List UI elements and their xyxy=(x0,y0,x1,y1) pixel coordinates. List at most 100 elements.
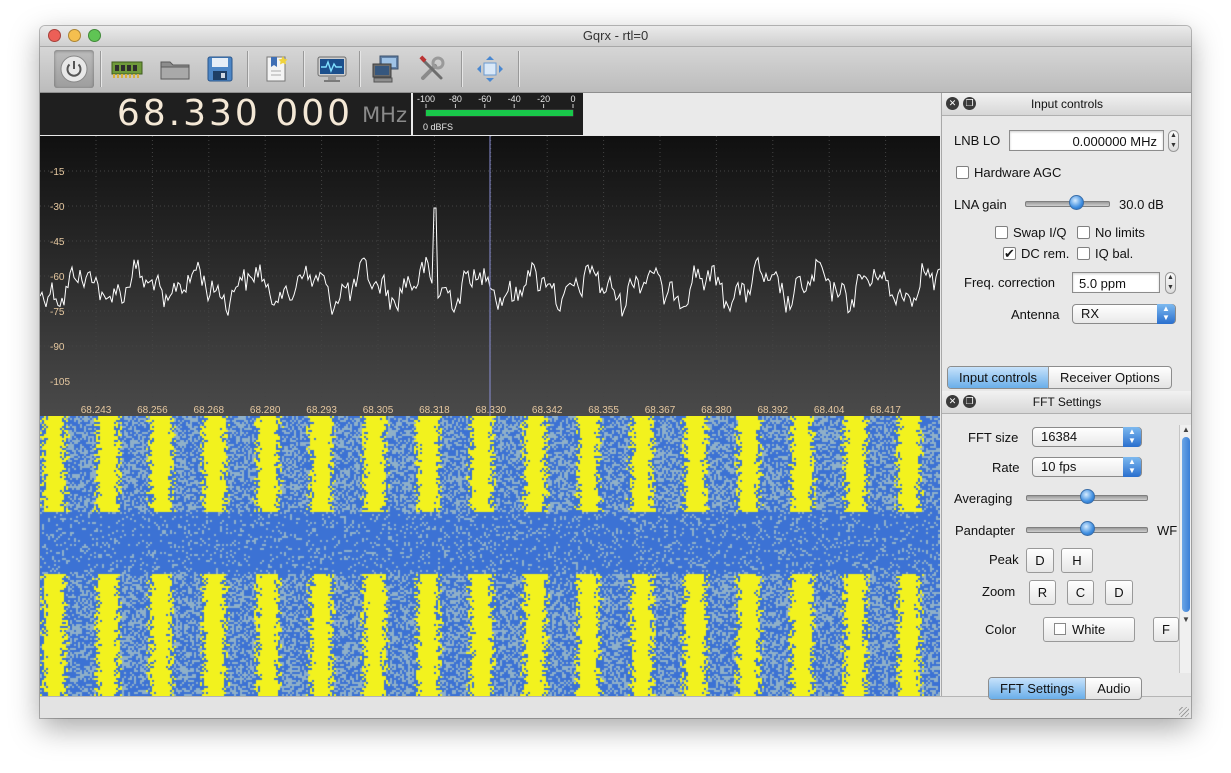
lna-gain-slider[interactable] xyxy=(1025,195,1110,210)
lna-gain-label: LNA gain xyxy=(954,197,1007,212)
fft-size-value: 16384 xyxy=(1041,429,1078,444)
freq-correction-input[interactable]: 5.0 ppm xyxy=(1072,272,1160,293)
tab-fft-settings[interactable]: FFT Settings xyxy=(989,678,1087,699)
settings-button[interactable] xyxy=(412,50,452,88)
pandapter-waterfall-slider[interactable] xyxy=(1026,521,1148,536)
fft-settings-scrollbar[interactable]: ▲ ▼ xyxy=(1179,425,1191,673)
device-button[interactable] xyxy=(107,50,147,88)
plot-x-tick-label: 68.355 xyxy=(588,405,619,416)
input-controls-title: Input controls xyxy=(1030,97,1104,111)
plot-x-tick-label: 68.392 xyxy=(758,405,789,416)
fill-button[interactable]: F xyxy=(1153,617,1179,642)
dock-close-icon[interactable]: ✕ xyxy=(946,97,959,110)
close-window-button[interactable] xyxy=(48,29,61,42)
dc-rem-label: DC rem. xyxy=(1021,246,1070,261)
save-icon xyxy=(205,54,235,84)
color-swatch xyxy=(1054,623,1066,635)
zoom-window-button[interactable] xyxy=(88,29,101,42)
toolbar xyxy=(40,47,1191,93)
window-controls xyxy=(48,29,101,42)
fft-size-label: FFT size xyxy=(968,430,1019,445)
zoom-center-button[interactable]: C xyxy=(1067,580,1094,605)
spectrum-plot[interactable]: -15 -30 -45 -60 -75 -90 -105 68.243 68.256 68.268… xyxy=(40,136,941,416)
meter-tick-label: -100 xyxy=(417,94,435,104)
meter-dbfs-label: 0 dBFS xyxy=(423,122,453,132)
chevron-updown-icon: ▲ ▼ xyxy=(1123,457,1141,477)
lna-gain-value: 30.0 dB xyxy=(1119,197,1164,212)
checkmark-icon: ✔ xyxy=(1004,246,1015,261)
minimize-window-button[interactable] xyxy=(68,29,81,42)
zoom-label: Zoom xyxy=(982,584,1016,599)
dock-float-icon[interactable]: ❐ xyxy=(963,395,976,408)
input-controls-dock: ✕ ❐ Input controls LNB LO 0.000000 MHz ▲… xyxy=(941,93,1191,391)
antenna-select-value: RX xyxy=(1081,306,1100,321)
peak-label: Peak xyxy=(989,552,1019,567)
freq-correction-stepper[interactable]: ▲ ▼ xyxy=(1165,272,1176,294)
main-window: Gqrx - rtl=0 68.330 000 MHz -100 -80 -60… xyxy=(40,26,1191,718)
peak-hold-button[interactable]: H xyxy=(1061,548,1093,573)
fft-size-select[interactable]: 16384 ▲ ▼ xyxy=(1032,427,1142,447)
lnb-lo-label: LNB LO xyxy=(954,133,1001,148)
frequency-bar: 68.330 000 MHz -100 -80 -60 -40 -20 0 0 dBFS xyxy=(40,93,940,135)
input-dock-tabs: Input controls Receiver Options xyxy=(947,366,1172,389)
folder-icon xyxy=(159,56,191,82)
color-picker-button[interactable]: White xyxy=(1043,617,1135,642)
swap-iq-checkbox[interactable] xyxy=(995,226,1008,239)
lna-gain-slider-handle[interactable] xyxy=(1069,195,1084,210)
dc-rem-checkbox[interactable]: ✔ xyxy=(1003,247,1016,260)
lnb-lo-stepper[interactable]: ▲ ▼ xyxy=(1168,130,1179,152)
hardware-agc-checkbox[interactable] xyxy=(956,166,969,179)
monitor-icon xyxy=(316,54,348,84)
plot-y-tick-label: -90 xyxy=(50,342,65,353)
frequency-value[interactable]: 68.330 000 xyxy=(117,93,353,135)
waterfall-canvas[interactable] xyxy=(40,416,940,696)
frequency-display[interactable]: 68.330 000 MHz xyxy=(40,93,411,135)
zoom-reset-button[interactable]: R xyxy=(1029,580,1056,605)
peak-detect-button[interactable]: D xyxy=(1026,548,1054,573)
power-icon xyxy=(59,54,89,84)
freq-correction-label: Freq. correction xyxy=(964,275,1056,290)
resize-grip-icon[interactable] xyxy=(1179,707,1189,717)
fft-settings-header: ✕ ❐ FFT Settings xyxy=(942,391,1191,414)
tab-input-controls[interactable]: Input controls xyxy=(948,367,1050,388)
signal-meter: -100 -80 -60 -40 -20 0 0 dBFS xyxy=(413,93,583,135)
power-button[interactable] xyxy=(54,50,94,88)
signal-display-button[interactable] xyxy=(312,50,352,88)
tools-icon xyxy=(417,54,447,84)
no-limits-label: No limits xyxy=(1095,225,1145,240)
scroll-up-arrow-icon[interactable]: ▲ xyxy=(1182,425,1190,434)
save-button[interactable] xyxy=(200,50,240,88)
spectrum-plot-canvas[interactable]: -15 -30 -45 -60 -75 -90 -105 68.243 68.256 68.268… xyxy=(40,136,941,416)
color-label: Color xyxy=(985,622,1017,637)
tab-receiver-options[interactable]: Receiver Options xyxy=(1049,367,1171,388)
rate-select[interactable]: 10 fps ▲ ▼ xyxy=(1032,457,1142,477)
fullscreen-button[interactable] xyxy=(470,50,510,88)
plot-x-tick-label: 68.380 xyxy=(701,405,732,416)
dock-close-icon[interactable]: ✕ xyxy=(946,395,959,408)
iq-bal-checkbox[interactable] xyxy=(1077,247,1090,260)
bookmarks-button[interactable] xyxy=(256,50,296,88)
remote-control-button[interactable] xyxy=(366,50,406,88)
rate-value: 10 fps xyxy=(1041,459,1077,474)
no-limits-checkbox[interactable] xyxy=(1077,226,1090,239)
antenna-select[interactable]: RX ▲ ▼ xyxy=(1072,304,1176,324)
frequency-unit: MHz xyxy=(362,103,407,127)
antenna-label: Antenna xyxy=(1011,307,1060,322)
pandapter-label: Pandapter xyxy=(955,523,1015,538)
waterfall-display[interactable] xyxy=(40,416,940,696)
scroll-down-arrow-icon[interactable]: ▼ xyxy=(1182,615,1190,624)
averaging-slider-handle[interactable] xyxy=(1080,489,1095,504)
device-icon xyxy=(110,56,144,82)
dock-float-icon[interactable]: ❐ xyxy=(963,97,976,110)
signal-meter-scale: -100 -80 -60 -40 -20 0 0 dBFS xyxy=(417,94,576,132)
open-button[interactable] xyxy=(155,50,195,88)
averaging-slider[interactable] xyxy=(1026,489,1148,504)
meter-tick-label: -40 xyxy=(508,94,521,104)
tab-audio[interactable]: Audio xyxy=(1086,678,1141,699)
lnb-lo-input[interactable]: 0.000000 MHz xyxy=(1009,130,1164,151)
zoom-demod-button[interactable]: D xyxy=(1105,580,1133,605)
iq-bal-label: IQ bal. xyxy=(1095,246,1134,261)
pandapter-slider-handle[interactable] xyxy=(1080,521,1095,536)
plot-x-tick-label: 68.318 xyxy=(419,405,450,416)
scrollbar-thumb[interactable] xyxy=(1182,437,1190,612)
